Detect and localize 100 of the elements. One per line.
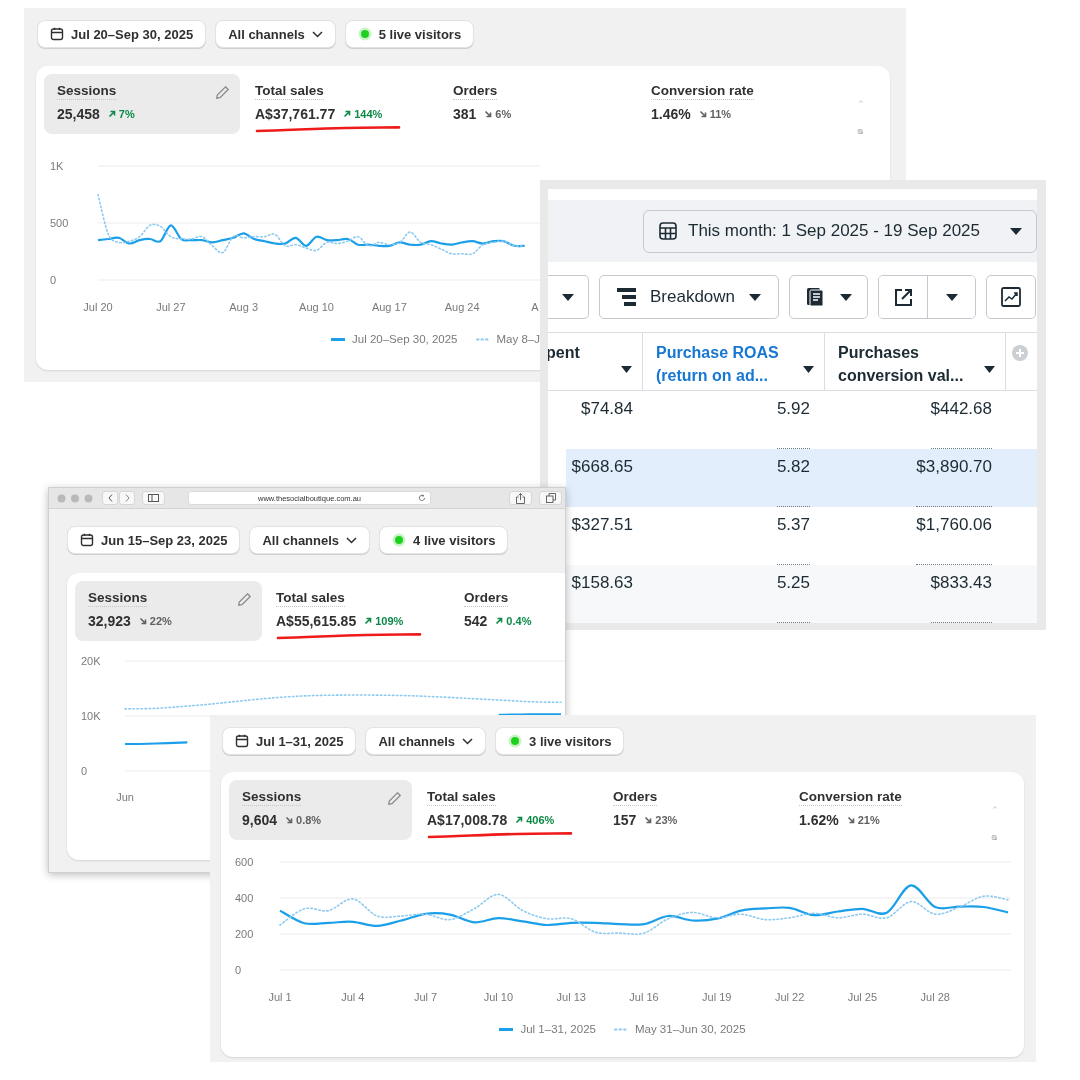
axis-label: Aug 17: [371, 301, 407, 313]
live-visitors-button[interactable]: 3 live visitors: [495, 727, 625, 755]
sidebar-button[interactable]: [142, 491, 165, 505]
reload-icon[interactable]: [418, 494, 426, 502]
metric-card[interactable]: Conversion rate 1.46% 11%: [651, 74, 849, 134]
change-percent: 109%: [375, 615, 404, 627]
column-header[interactable]: Purchases conversion val...: [825, 333, 1006, 390]
pencil-icon[interactable]: [215, 85, 230, 100]
metric-value: 157: [613, 812, 637, 828]
legend-line-icon: [613, 1027, 628, 1031]
axis-label: Jul 25: [847, 991, 878, 1003]
table-cell-text: $327.51: [571, 515, 633, 536]
live-dot-icon: [508, 734, 523, 748]
table-cell-text: $74.84: [581, 399, 633, 420]
metric-label: Total sales: [427, 789, 496, 806]
metric-card[interactable]: Total sales A$37,761.77 144%: [255, 74, 453, 134]
breakdown-button[interactable]: Breakdown: [599, 275, 779, 319]
caret-down-icon: [945, 293, 958, 301]
channel-filter-button[interactable]: All channels: [215, 20, 336, 48]
add-column-icon[interactable]: [1012, 345, 1028, 361]
caret-down-icon: [621, 366, 632, 373]
metric-value: 9,604: [242, 812, 278, 828]
legend-line-icon: [499, 1027, 514, 1031]
column-header[interactable]: Purchase ROAS (return on ad...: [643, 333, 825, 390]
metric-label: Sessions: [88, 590, 148, 607]
date-range-button[interactable]: Jun 15–Sep 23, 2025: [67, 526, 241, 554]
axis-label: Jul 20: [83, 301, 113, 313]
change-percent: 6%: [495, 108, 512, 120]
breakdown-icon: [616, 288, 636, 306]
legend-line-icon: [475, 337, 490, 341]
metric-value: 1.46%: [651, 106, 691, 122]
date-range-button[interactable]: Jul 1–31, 2025: [222, 727, 357, 755]
channel-filter-button[interactable]: All channels: [249, 526, 371, 554]
live-visitors-button[interactable]: 5 live visitors: [344, 20, 475, 48]
calendar-icon: [658, 221, 678, 241]
axis-label: Jul 16: [629, 991, 659, 1003]
metric-label: Total sales: [255, 83, 324, 100]
live-dot-icon: [357, 27, 372, 41]
share-icon: [516, 492, 525, 504]
share-button[interactable]: [509, 491, 532, 505]
change-percent: 21%: [857, 814, 880, 826]
metric-card[interactable]: Conversion rate 1.62% 21%: [799, 780, 985, 840]
legend-line-icon: [331, 337, 345, 341]
axis-label: 500: [50, 217, 69, 229]
metric-card[interactable]: Total sales A$17,008.78 406%: [427, 780, 613, 840]
export-menu-button[interactable]: [927, 276, 975, 318]
caret-down-icon: [749, 293, 762, 301]
metric-card[interactable]: Orders 381 6%: [453, 74, 651, 134]
sidebar-icon: [148, 494, 159, 502]
metric-value: A$37,761.77: [255, 106, 336, 122]
change-percent: 144%: [354, 108, 383, 120]
dropdown-button[interactable]: [548, 275, 589, 319]
table-cell: 5.25: [776, 573, 810, 623]
axis-label: Jul 27: [156, 301, 186, 313]
metric-card[interactable]: Sessions 32,923 22%: [75, 581, 262, 641]
table-row[interactable]: $158.63 5.25 $833.43: [566, 565, 1037, 623]
axis-label: Jul 4: [341, 991, 365, 1003]
metric-card[interactable]: Orders 542 0.4%: [464, 581, 565, 641]
metric-value: 1.62%: [799, 812, 839, 828]
axis-label: Jul 19: [702, 991, 732, 1003]
metric-card[interactable]: Sessions 25,458 7%: [44, 74, 240, 134]
axis-label: 600: [235, 856, 254, 868]
metric-card[interactable]: Total sales A$55,615.85 109%: [276, 581, 464, 641]
legend-label: May 8–J: [496, 333, 540, 345]
metric-label: Conversion rate: [799, 789, 902, 806]
axis-label: Jun: [116, 791, 134, 803]
metric-label: Total sales: [276, 590, 345, 607]
caret-down-icon: [839, 293, 852, 301]
line-chart-icon: [1001, 287, 1021, 307]
metric-label: Sessions: [57, 83, 117, 100]
caret-down-icon: [803, 366, 814, 373]
axis-label: 0: [235, 964, 242, 976]
axis-label: Aug 10: [299, 301, 334, 313]
table-row[interactable]: $668.65 5.82 $3,890.70: [566, 449, 1037, 507]
back-button[interactable]: [102, 491, 118, 505]
metric-value: 25,458: [57, 106, 100, 122]
forward-button[interactable]: [119, 491, 135, 505]
change-percent: 7%: [118, 108, 135, 120]
pencil-icon[interactable]: [387, 791, 402, 806]
date-range-button[interactable]: This month: 1 Sep 2025 - 19 Sep 2025: [643, 209, 1037, 253]
metric-card[interactable]: Sessions 9,604 0.8%: [229, 780, 412, 840]
pencil-icon[interactable]: [237, 592, 252, 607]
chart-button[interactable]: [986, 275, 1036, 319]
chevron-down-icon: [311, 30, 323, 38]
live-dot-icon: [392, 533, 407, 547]
date-range-button[interactable]: Jul 20–Sep 30, 2025: [37, 20, 207, 48]
metric-value: 32,923: [88, 613, 131, 629]
tabs-button[interactable]: [539, 491, 562, 505]
metric-label: Orders: [613, 789, 658, 806]
channel-filter-button[interactable]: All channels: [365, 727, 487, 755]
axis-label: 10K: [81, 710, 101, 722]
axis-label: Jul 22: [774, 991, 805, 1003]
chevron-down-icon: [346, 536, 358, 544]
live-visitors-button[interactable]: 4 live visitors: [379, 526, 509, 554]
calendar-icon: [235, 734, 249, 748]
window-controls-icon[interactable]: [57, 493, 93, 503]
export-icon: [893, 287, 913, 307]
reports-button[interactable]: [789, 275, 868, 319]
axis-label: Jul 7: [414, 991, 438, 1003]
metric-card[interactable]: Orders 157 23%: [613, 780, 799, 840]
